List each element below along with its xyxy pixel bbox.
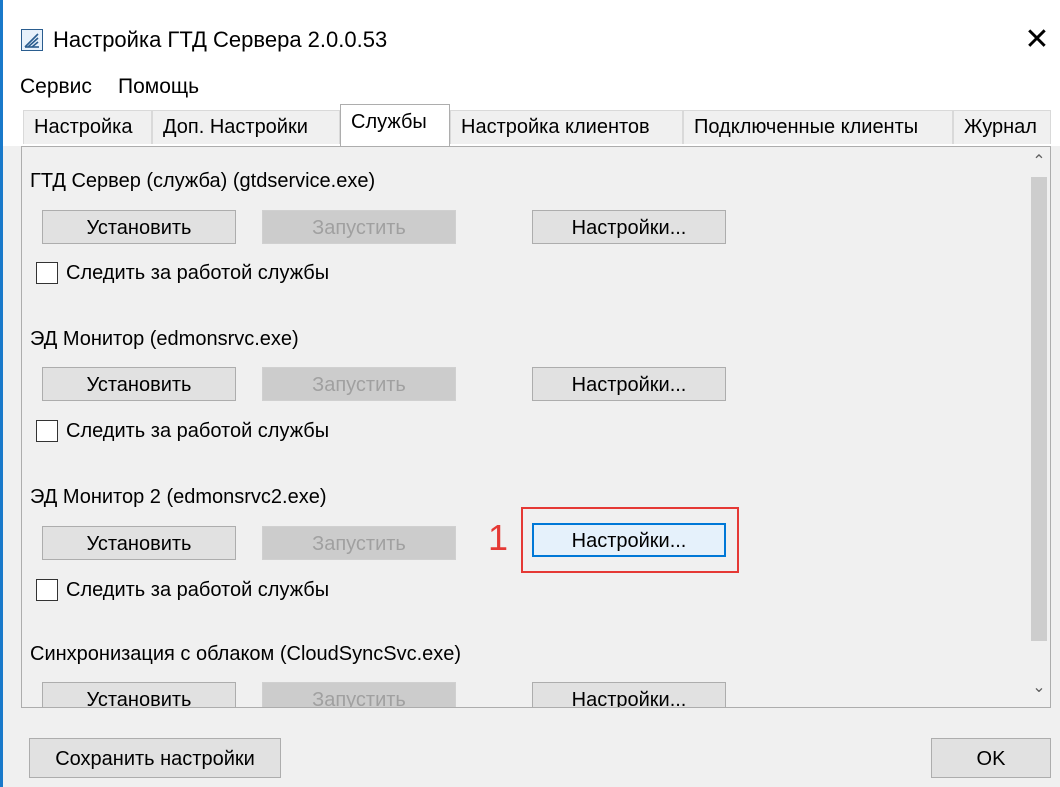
- settings-button[interactable]: Настройки...: [532, 682, 726, 707]
- start-button: Запустить: [262, 682, 456, 707]
- service-title-edmonsrvc: ЭД Монитор (edmonsrvc.exe): [30, 328, 299, 350]
- ok-button[interactable]: OK: [931, 738, 1051, 778]
- monitor-label[interactable]: Следить за работой службы: [66, 417, 329, 445]
- settings-button[interactable]: Настройки...: [532, 367, 726, 401]
- settings-window: Настройка ГТД Сервера 2.0.0.53 ✕ Сервис …: [0, 0, 1060, 787]
- close-icon[interactable]: ✕: [1015, 18, 1059, 62]
- scroll-up-icon[interactable]: ⌃: [1028, 149, 1050, 175]
- vertical-scrollbar[interactable]: ⌃ ⌄: [1028, 147, 1050, 707]
- window-title: Настройка ГТД Сервера 2.0.0.53: [53, 27, 388, 52]
- tab-log[interactable]: Журнал: [953, 110, 1051, 144]
- install-button[interactable]: Установить: [42, 367, 236, 401]
- title-bar: Настройка ГТД Сервера 2.0.0.53 ✕: [3, 0, 1060, 62]
- monitor-checkbox[interactable]: [36, 420, 58, 442]
- install-button[interactable]: Установить: [42, 682, 236, 707]
- services-list: ГТД Сервер (служба) (gtdservice.exe) Уст…: [22, 147, 1028, 707]
- tab-settings[interactable]: Настройка: [23, 110, 152, 144]
- scroll-down-icon[interactable]: ⌄: [1028, 675, 1050, 701]
- start-button: Запустить: [262, 526, 456, 560]
- service-title-gtdservice: ГТД Сервер (служба) (gtdservice.exe): [30, 170, 376, 192]
- service-title-edmonsrvc2: ЭД Монитор 2 (edmonsrvc2.exe): [30, 486, 327, 508]
- save-settings-button[interactable]: Сохранить настройки: [29, 738, 281, 778]
- settings-button[interactable]: Настройки...: [532, 210, 726, 244]
- annotation-number: 1: [488, 517, 509, 558]
- start-button: Запустить: [262, 367, 456, 401]
- tab-services[interactable]: Службы: [340, 104, 450, 146]
- app-icon: [21, 29, 43, 51]
- tab-extra-settings[interactable]: Доп. Настройки: [152, 110, 340, 144]
- monitor-label[interactable]: Следить за работой службы: [66, 576, 329, 604]
- menu-bar: Сервис Помощь: [3, 62, 1060, 102]
- monitor-checkbox[interactable]: [36, 262, 58, 284]
- tab-client-settings[interactable]: Настройка клиентов: [450, 110, 683, 144]
- install-button[interactable]: Установить: [42, 210, 236, 244]
- install-button[interactable]: Установить: [42, 526, 236, 560]
- monitor-label[interactable]: Следить за работой службы: [66, 259, 329, 287]
- service-title-cloudsync: Синхронизация с облаком (CloudSyncSvc.ex…: [30, 643, 462, 665]
- scroll-thumb[interactable]: [1031, 177, 1047, 641]
- settings-button-highlighted[interactable]: Настройки...: [532, 523, 726, 557]
- tab-connected-clients[interactable]: Подключенные клиенты: [683, 110, 953, 144]
- start-button: Запустить: [262, 210, 456, 244]
- monitor-checkbox[interactable]: [36, 579, 58, 601]
- services-panel: ГТД Сервер (служба) (gtdservice.exe) Уст…: [21, 146, 1051, 708]
- menu-help[interactable]: Помощь: [118, 73, 199, 101]
- menu-service[interactable]: Сервис: [20, 73, 92, 101]
